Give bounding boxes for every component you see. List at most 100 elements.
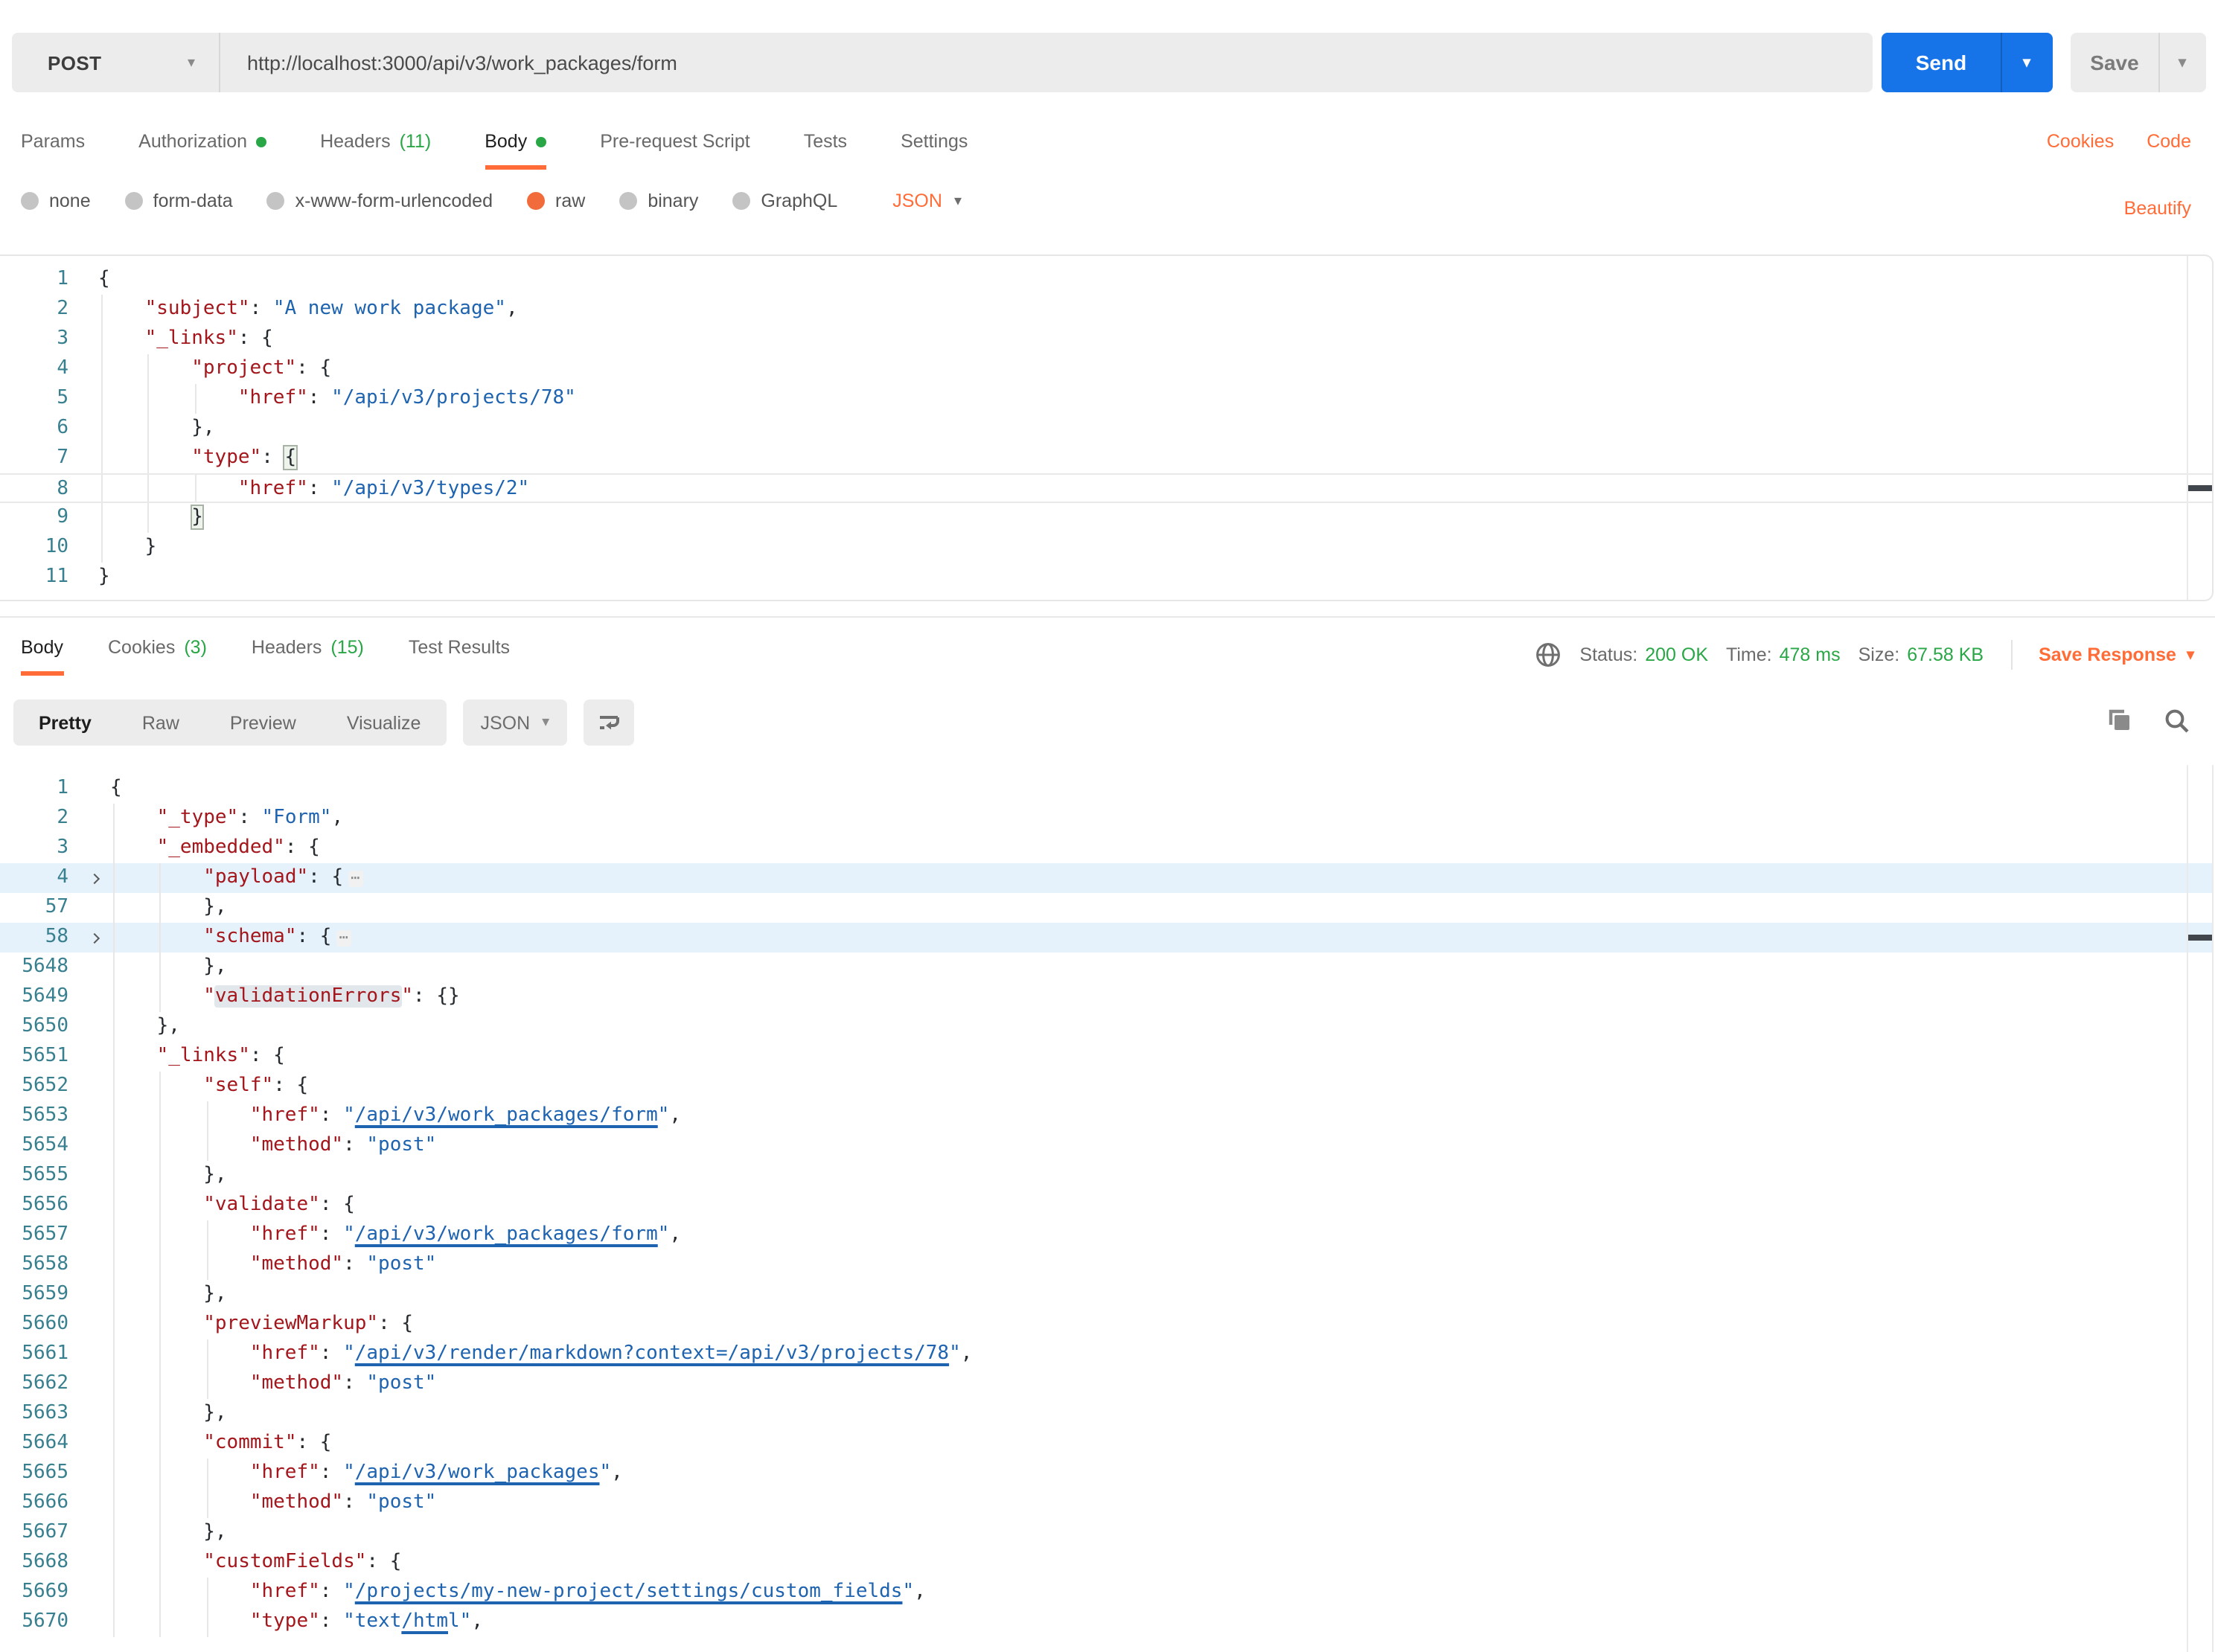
line-number: 5658: [0, 1250, 77, 1280]
tab-count: (15): [330, 637, 363, 658]
indent-guide: [113, 1250, 115, 1280]
code-line: 11}: [0, 563, 2212, 592]
line-number: 5657: [0, 1220, 77, 1250]
overview-ruler: [2187, 256, 2188, 600]
indent-guide: [113, 863, 115, 893]
indent-guide: [113, 1488, 115, 1518]
body-mode-raw[interactable]: raw: [527, 191, 585, 211]
response-language-selector[interactable]: JSON ▾: [462, 699, 567, 746]
response-tab-cookies[interactable]: Cookies(3): [108, 637, 207, 676]
body-mode-binary[interactable]: binary: [619, 191, 698, 211]
radio-icon: [267, 192, 285, 210]
cookies-link[interactable]: Cookies: [2047, 131, 2114, 152]
search-icon[interactable]: [2163, 707, 2191, 735]
body-mode-label: x-www-form-urlencoded: [295, 191, 493, 211]
request-body-editor[interactable]: 1{2 "subject": "A new work package",3 "_…: [0, 254, 2214, 601]
fold-toggle[interactable]: [77, 863, 110, 893]
indent-guide: [101, 475, 103, 502]
body-mode-form-data[interactable]: form-data: [125, 191, 233, 211]
request-language-selector[interactable]: JSON▾: [892, 191, 962, 211]
view-pretty[interactable]: Pretty: [13, 712, 117, 733]
code-text: },: [110, 1518, 2212, 1548]
tab-settings[interactable]: Settings: [901, 131, 968, 170]
wrap-text-icon: [595, 709, 622, 736]
line-number: 5650: [0, 1012, 77, 1042]
tab-headers[interactable]: Headers(11): [320, 131, 431, 170]
indent-guide: [160, 1429, 162, 1459]
indent-guide: [113, 1072, 115, 1101]
code-text: "href": "/api/v3/types/2": [98, 475, 2212, 502]
line-number: 58: [0, 923, 77, 953]
time-value: 478 ms: [1780, 644, 1841, 665]
code-line: 5651 "_links": {: [0, 1042, 2212, 1072]
chevron-down-icon: ▾: [954, 193, 962, 209]
save-label[interactable]: Save: [2071, 33, 2160, 92]
code-link[interactable]: Code: [2147, 131, 2191, 152]
view-preview[interactable]: Preview: [205, 712, 322, 733]
code-line: 5668 "customFields": {: [0, 1548, 2212, 1578]
send-label[interactable]: Send: [1882, 33, 2002, 92]
indent-guide: [113, 1042, 115, 1072]
body-mode-none[interactable]: none: [21, 191, 91, 211]
indent-guide: [160, 982, 162, 1012]
code-text: "self": {: [110, 1072, 2212, 1101]
fold-gutter: [77, 265, 98, 295]
line-number: 5670: [0, 1607, 77, 1637]
response-tab-headers[interactable]: Headers(15): [252, 637, 364, 676]
indent-guide: [160, 893, 162, 923]
tab-count: (3): [184, 637, 207, 658]
send-options-dropdown[interactable]: ▾: [2002, 33, 2051, 92]
body-mode-x-www-form-urlencoded[interactable]: x-www-form-urlencoded: [267, 191, 493, 211]
code-text: },: [110, 953, 2212, 982]
code-line: 5665 "href": "/api/v3/work_packages",: [0, 1459, 2212, 1488]
response-body-editor[interactable]: 1{2 "_type": "Form",3 "_embedded": {4 "p…: [0, 765, 2214, 1652]
method-label: POST: [48, 51, 101, 74]
code-text: "subject": "A new work package",: [98, 295, 2212, 324]
method-selector[interactable]: POST ▾: [12, 33, 220, 92]
fold-gutter: [77, 295, 98, 324]
indent-guide: [148, 475, 150, 502]
beautify-button[interactable]: Beautify: [2124, 198, 2191, 219]
tab-body[interactable]: Body: [485, 131, 546, 170]
view-visualize[interactable]: Visualize: [322, 712, 447, 733]
tab-pre-request-script[interactable]: Pre-request Script: [600, 131, 749, 170]
radio-icon: [619, 192, 637, 210]
fold-gutter: [77, 1250, 110, 1280]
indent-guide: [113, 1220, 115, 1250]
fold-gutter: [77, 563, 98, 592]
line-number: 1: [0, 774, 77, 804]
code-text: "commit": {: [110, 1429, 2212, 1459]
code-text: "customFields": {: [110, 1548, 2212, 1578]
line-number: 5649: [0, 982, 77, 1012]
indent-guide: [113, 1280, 115, 1310]
save-button[interactable]: Save ▾: [2071, 33, 2206, 92]
indent-guide: [101, 384, 103, 414]
code-line: 2 "subject": "A new work package",: [0, 295, 2212, 324]
tab-label: Body: [485, 131, 527, 152]
fold-toggle[interactable]: [77, 923, 110, 953]
body-mode-graphql[interactable]: GraphQL: [732, 191, 837, 211]
body-mode-label: form-data: [153, 191, 233, 211]
view-raw[interactable]: Raw: [117, 712, 205, 733]
url-input[interactable]: http://localhost:3000/api/v3/work_packag…: [220, 51, 1873, 74]
fold-gutter: [77, 1488, 110, 1518]
response-tab-body[interactable]: Body: [21, 637, 63, 676]
chevron-right-icon: [89, 873, 99, 883]
code-text: "validate": {: [110, 1191, 2212, 1220]
wrap-text-button[interactable]: [584, 699, 634, 746]
save-options-dropdown[interactable]: ▾: [2160, 33, 2205, 92]
radio-icon: [527, 192, 545, 210]
fold-gutter: [77, 1131, 110, 1161]
response-tab-test-results[interactable]: Test Results: [409, 637, 510, 676]
copy-icon[interactable]: [2105, 707, 2133, 735]
fold-gutter: [77, 1280, 110, 1310]
indent-guide: [113, 833, 115, 863]
tab-tests[interactable]: Tests: [804, 131, 847, 170]
tab-authorization[interactable]: Authorization: [138, 131, 266, 170]
fold-gutter: [77, 833, 110, 863]
tab-params[interactable]: Params: [21, 131, 85, 170]
send-button[interactable]: Send ▾: [1882, 33, 2053, 92]
code-text: "method": "post": [110, 1488, 2212, 1518]
line-number: 5664: [0, 1429, 77, 1459]
save-response-button[interactable]: Save Response ▾: [2039, 644, 2194, 665]
